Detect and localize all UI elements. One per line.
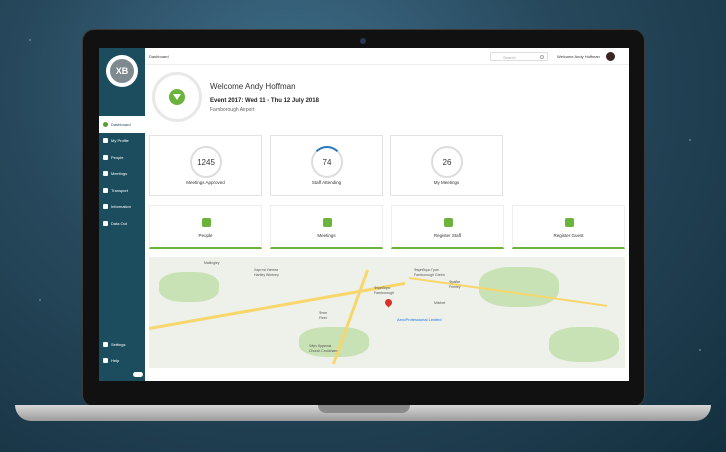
- stat-label: Staff Attending: [311, 180, 342, 185]
- tile-label: People: [198, 233, 213, 238]
- map-town: Farnborough: [374, 291, 395, 295]
- stat-card-staff-attending: 74 Staff Attending: [270, 135, 383, 196]
- sidebar-item-label: People: [111, 154, 124, 160]
- map-park: [159, 272, 219, 302]
- stat-label: Meetings Approved: [186, 180, 225, 185]
- stat-ring: 1245: [190, 146, 222, 178]
- sidebar-item-my-profile[interactable]: My Profile: [99, 133, 145, 150]
- map-town: Farnborough Green: [414, 273, 445, 277]
- logo-badge: XB: [110, 59, 134, 83]
- sidebar-item-information[interactable]: Information: [99, 199, 145, 216]
- tile-register-guest[interactable]: Register Guest: [512, 205, 625, 249]
- tile-label: Register Staff: [433, 233, 462, 238]
- stat-ring: 74: [311, 146, 343, 178]
- people-icon: [103, 154, 108, 160]
- map-town: Frimley: [449, 285, 461, 289]
- sidebar-item-transport[interactable]: Transport: [99, 182, 145, 199]
- location-map[interactable]: Mallingley Хартли Уинтни Hartley Wintney…: [149, 257, 625, 368]
- sidebar-item-dashboard[interactable]: Dashboard: [99, 116, 145, 133]
- tile-people[interactable]: People: [149, 205, 262, 249]
- sidebar-item-label: Settings: [111, 341, 126, 347]
- map-town: Fleet: [319, 316, 327, 320]
- car-icon: [103, 187, 108, 193]
- tile-meetings[interactable]: Meetings: [270, 205, 383, 249]
- sidebar: XB Dashboard My Profile People Meetings …: [99, 48, 145, 381]
- calendar-icon: [103, 171, 108, 177]
- calendar-icon: [323, 218, 332, 227]
- person-icon: [202, 218, 211, 227]
- stat-value: 26: [442, 157, 452, 167]
- stat-value: 74: [322, 157, 332, 167]
- stat-value: 1245: [197, 157, 215, 167]
- map-place-label[interactable]: AeroProfessional Limited: [397, 317, 441, 322]
- sidebar-toggle[interactable]: [133, 372, 143, 377]
- breadcrumb: Dashboard: [149, 54, 169, 59]
- stat-card-meetings-approved: 1245 Meetings Approved: [149, 135, 262, 196]
- map-park: [549, 327, 619, 362]
- sidebar-item-label: Dashboard: [111, 121, 131, 127]
- folder-icon: [103, 220, 108, 226]
- help-icon: [103, 358, 108, 364]
- sidebar-item-label: Transport: [111, 187, 128, 193]
- map-park: [479, 267, 559, 307]
- sidebar-item-label: My Profile: [111, 138, 129, 144]
- user-greeting: Welcome Andy Hoffman: [557, 54, 600, 59]
- profile-icon: [103, 138, 108, 144]
- stat-ring: 26: [431, 146, 463, 178]
- sidebar-item-label: Data Out: [111, 220, 128, 226]
- sidebar-bottom: Settings Help: [99, 336, 145, 369]
- info-icon: [103, 204, 108, 210]
- event-dates: Event 2017: Wed 11 - Thu 12 July 2018: [210, 98, 319, 104]
- page-title: Welcome Andy Hoffman: [210, 82, 296, 91]
- app-screen: XB Dashboard My Profile People Meetings …: [99, 48, 629, 381]
- diamond-badge-icon: [169, 89, 185, 105]
- search-icon[interactable]: [540, 55, 544, 59]
- group-icon: [444, 218, 453, 227]
- event-venue: Farnborough Airport: [210, 107, 255, 113]
- map-town: Mallingley: [204, 261, 220, 265]
- stat-card-my-meetings: 26 My Meetings: [390, 135, 503, 196]
- sidebar-item-meetings[interactable]: Meetings: [99, 166, 145, 183]
- dashboard-icon: [103, 121, 108, 127]
- sidebar-item-label: Information: [111, 204, 132, 210]
- laptop-notch: [318, 405, 410, 413]
- sidebar-item-settings[interactable]: Settings: [99, 336, 145, 353]
- top-bar: Dashboard Search Welcome Andy Hoffman: [145, 48, 629, 65]
- sidebar-item-people[interactable]: People: [99, 149, 145, 166]
- sidebar-item-label: Help: [111, 358, 120, 364]
- app-logo[interactable]: XB: [106, 55, 138, 87]
- stat-label: My Meetings: [433, 180, 460, 185]
- profile-badge-ring: [152, 72, 202, 122]
- tile-label: Register Guest: [553, 233, 584, 238]
- sidebar-item-data-out[interactable]: Data Out: [99, 215, 145, 232]
- gear-icon: [103, 341, 108, 347]
- sidebar-item-help[interactable]: Help: [99, 353, 145, 370]
- search-placeholder: Search: [503, 55, 516, 60]
- map-town: Mitchet: [434, 301, 446, 305]
- tile-register-staff[interactable]: Register Staff: [391, 205, 504, 249]
- sidebar-nav: Dashboard My Profile People Meetings Tra…: [99, 116, 145, 232]
- avatar[interactable]: [605, 51, 616, 62]
- tile-label: Meetings: [317, 233, 336, 238]
- search-input[interactable]: Search: [490, 52, 548, 61]
- guest-icon: [565, 218, 574, 227]
- map-town: Hartley Wintney: [254, 273, 279, 277]
- map-marker-icon[interactable]: [383, 297, 394, 308]
- webcam: [360, 38, 366, 44]
- sidebar-item-label: Meetings: [111, 171, 128, 177]
- map-town: Church Crookham: [309, 349, 338, 353]
